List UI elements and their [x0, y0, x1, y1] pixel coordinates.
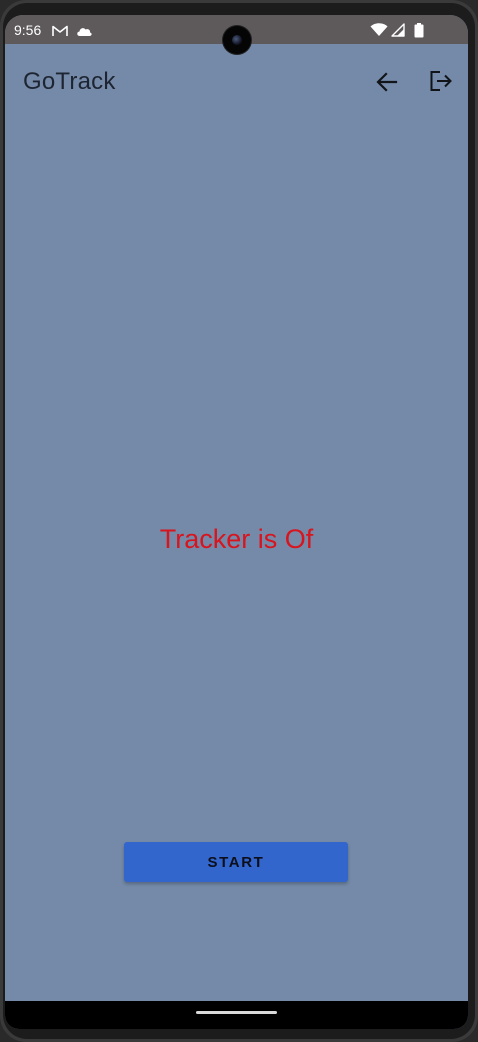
tracker-status-text: Tracker is Of: [159, 524, 314, 554]
navigation-bar: [5, 1001, 468, 1029]
app-title: GoTrack: [23, 68, 116, 95]
status-bar: 9:56: [5, 15, 468, 54]
app-screen: 9:56 GoTrack Tracker is Of START: [5, 15, 468, 1029]
arrow-back-icon: [376, 71, 398, 97]
back-button[interactable]: [371, 68, 403, 100]
cloud-icon: [75, 24, 93, 40]
gmail-icon: [52, 24, 68, 40]
logout-icon: [429, 70, 453, 97]
start-button[interactable]: START: [124, 842, 348, 882]
status-time: 9:56: [14, 22, 42, 38]
app-bar: GoTrack: [5, 44, 468, 118]
gesture-handle[interactable]: [196, 1011, 277, 1014]
logout-button[interactable]: [425, 67, 457, 99]
device-frame: 9:56 GoTrack Tracker is Of START: [0, 0, 478, 1042]
